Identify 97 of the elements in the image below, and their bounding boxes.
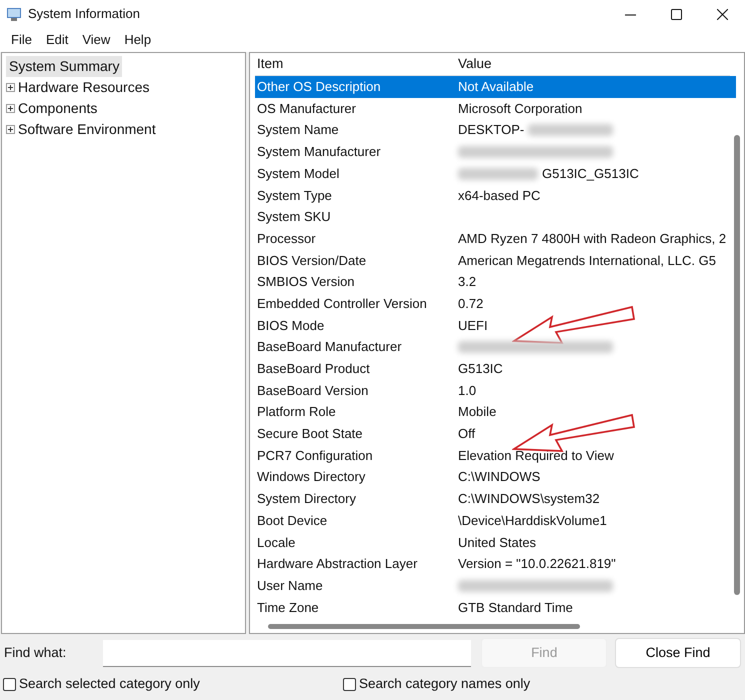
table-cell-text: Off	[458, 425, 476, 444]
checkbox[interactable]	[3, 678, 16, 690]
table-row[interactable]: Locale United States	[255, 531, 736, 554]
table-cell-text: Hardware Abstraction Layer	[256, 555, 418, 574]
table-row[interactable]: Secure Boot State Off	[255, 423, 736, 445]
scrollbar[interactable]	[734, 135, 740, 595]
table-cell-text: System SKU	[256, 208, 332, 226]
table-row[interactable]: System Name DESKTOP-	[255, 119, 736, 142]
search-field[interactable]	[102, 640, 472, 666]
field-label: Find what:	[4, 644, 68, 662]
table-cell-text: Mobile	[458, 403, 496, 422]
table-cell-text: System Type	[256, 186, 333, 205]
table-cell-text: Boot Device	[256, 512, 328, 530]
checkbox[interactable]	[343, 678, 356, 690]
table-row[interactable]: BaseBoard Version 1.0	[255, 380, 736, 402]
table-cell-text: PCR7 Configuration	[256, 446, 374, 465]
table-row[interactable]: BIOS Mode UEFI	[255, 314, 736, 336]
table-row[interactable]: BIOS Version/Date American Megatrends International, LLC. G5	[255, 250, 736, 272]
table-row[interactable]: System Manufacturer	[255, 141, 736, 163]
table-row[interactable]: System Model G513IC_G513IC	[255, 162, 736, 184]
tree-item[interactable]: Hardware Resources	[18, 77, 150, 98]
table-cell-text: BaseBoard Version	[256, 382, 370, 400]
table-cell-text: Elevation Required to View	[458, 446, 614, 465]
checkbox-label: Search category names only	[359, 674, 530, 693]
scrollbar[interactable]	[268, 624, 580, 629]
table-cell-text: Embedded Controller Version	[256, 294, 428, 313]
tree-item[interactable]: System Summary	[6, 56, 122, 77]
maximize-icon	[670, 8, 682, 20]
table-cell-text: Locale	[256, 534, 296, 552]
menu-item[interactable]: Help	[117, 30, 158, 50]
table-cell-text: Windows Directory	[256, 468, 366, 486]
table-cell-text: SMBIOS Version	[256, 273, 356, 292]
table-cell-text: BaseBoard Product	[256, 360, 371, 378]
table-cell-text: United States	[458, 534, 536, 552]
expand-icon[interactable]	[6, 125, 15, 134]
table-cell-text: AMD Ryzen 7 4800H with Radeon Graphics, 2	[458, 230, 726, 248]
app-icon	[6, 6, 22, 22]
table-cell-text: Microsoft Corporation	[458, 100, 582, 118]
table-cell-text: UEFI	[458, 316, 488, 335]
table-cell-text: BaseBoard Manufacturer	[256, 338, 403, 356]
close-find-button[interactable]: Close Find	[615, 638, 741, 668]
table-cell-text: C:\WINDOWS\system32	[458, 490, 600, 508]
table-cell-text: Secure Boot State	[256, 425, 364, 444]
table-row[interactable]: Windows Directory C:\WINDOWS	[255, 466, 736, 488]
tree-item[interactable]: Software Environment	[18, 119, 156, 140]
table-row[interactable]: SMBIOS Version 3.2	[255, 271, 736, 293]
menu-item[interactable]: Edit	[38, 30, 76, 50]
table-cell-text: 3.2	[458, 273, 476, 292]
table-row[interactable]: Platform Role Mobile	[255, 401, 736, 423]
table-cell-text: BIOS Mode	[256, 316, 326, 335]
table-row[interactable]: BaseBoard Manufacturer	[255, 336, 736, 358]
table-cell-text: Other OS Description	[256, 78, 382, 96]
table-row[interactable]: Time Zone GTB Standard Time	[255, 596, 736, 618]
table-row[interactable]: Processor AMD Ryzen 7 4800H with Radeon Graphics, 2	[255, 228, 736, 250]
checkbox-label: Search selected category only	[19, 674, 200, 693]
table-row[interactable]: Embedded Controller Version 0.72	[255, 292, 736, 315]
menu-item[interactable]: View	[75, 30, 118, 50]
table-cell-text: System Manufacturer	[256, 143, 382, 162]
table-cell-text: Platform Role	[256, 403, 337, 422]
table-row[interactable]: PCR7 Configuration Elevation Required to View	[255, 444, 736, 466]
table-cell-text: User Name	[256, 576, 324, 595]
table-cell-text: DESKTOP-	[458, 121, 524, 140]
table-cell-text: Not Available	[458, 78, 534, 96]
table-row[interactable]: Other OS Description Not Available	[255, 76, 736, 98]
window-title: System Information	[28, 5, 140, 24]
table-row[interactable]: User Name	[255, 574, 736, 596]
table-cell-text: 0.72	[458, 294, 484, 313]
table-cell-text: x64-based PC	[458, 186, 540, 205]
table-cell-text: Time Zone	[256, 598, 320, 617]
table-cell-text: System Model	[256, 164, 340, 183]
table-row[interactable]: System Type x64-based PC	[255, 184, 736, 206]
table-row[interactable]: OS Manufacturer Microsoft Corporation	[255, 98, 736, 120]
expand-icon[interactable]	[6, 83, 15, 92]
table-cell-text: G513IC_G513IC	[542, 164, 639, 183]
table-row[interactable]: System SKU	[255, 206, 736, 228]
tree-item[interactable]: Components	[18, 98, 98, 119]
table-cell-text: System Directory	[256, 490, 357, 508]
table-cell-text: Processor	[256, 230, 317, 248]
table-row[interactable]: System Directory C:\WINDOWS\system32	[255, 488, 736, 510]
column-header[interactable]: Item	[255, 54, 456, 75]
column-header[interactable]: Value	[456, 54, 492, 75]
table-cell-text: 1.0	[458, 382, 476, 400]
table-cell-text: G513IC	[458, 360, 503, 378]
expand-icon[interactable]	[6, 104, 15, 113]
table-cell-text: BIOS Version/Date	[256, 252, 368, 270]
table-row[interactable]: BaseBoard Product G513IC	[255, 358, 736, 380]
table-cell-text: OS Manufacturer	[256, 100, 357, 118]
table-cell-text: Version = "10.0.22621.819"	[458, 555, 616, 574]
close-icon	[716, 8, 728, 20]
table-row[interactable]: Boot Device \Device\HarddiskVolume1	[255, 510, 736, 532]
menu-item[interactable]: File	[4, 30, 39, 50]
table-cell-text: System Name	[256, 121, 340, 140]
table-cell-text: GTB Standard Time	[458, 598, 573, 617]
table-cell-text: C:\WINDOWS	[458, 468, 540, 486]
table-cell-text: \Device\HarddiskVolume1	[458, 512, 607, 530]
table-cell-text: American Megatrends International, LLC. G5	[458, 252, 716, 270]
table-row[interactable]: Hardware Abstraction Layer Version = "10.0.22621.819"	[255, 553, 736, 575]
